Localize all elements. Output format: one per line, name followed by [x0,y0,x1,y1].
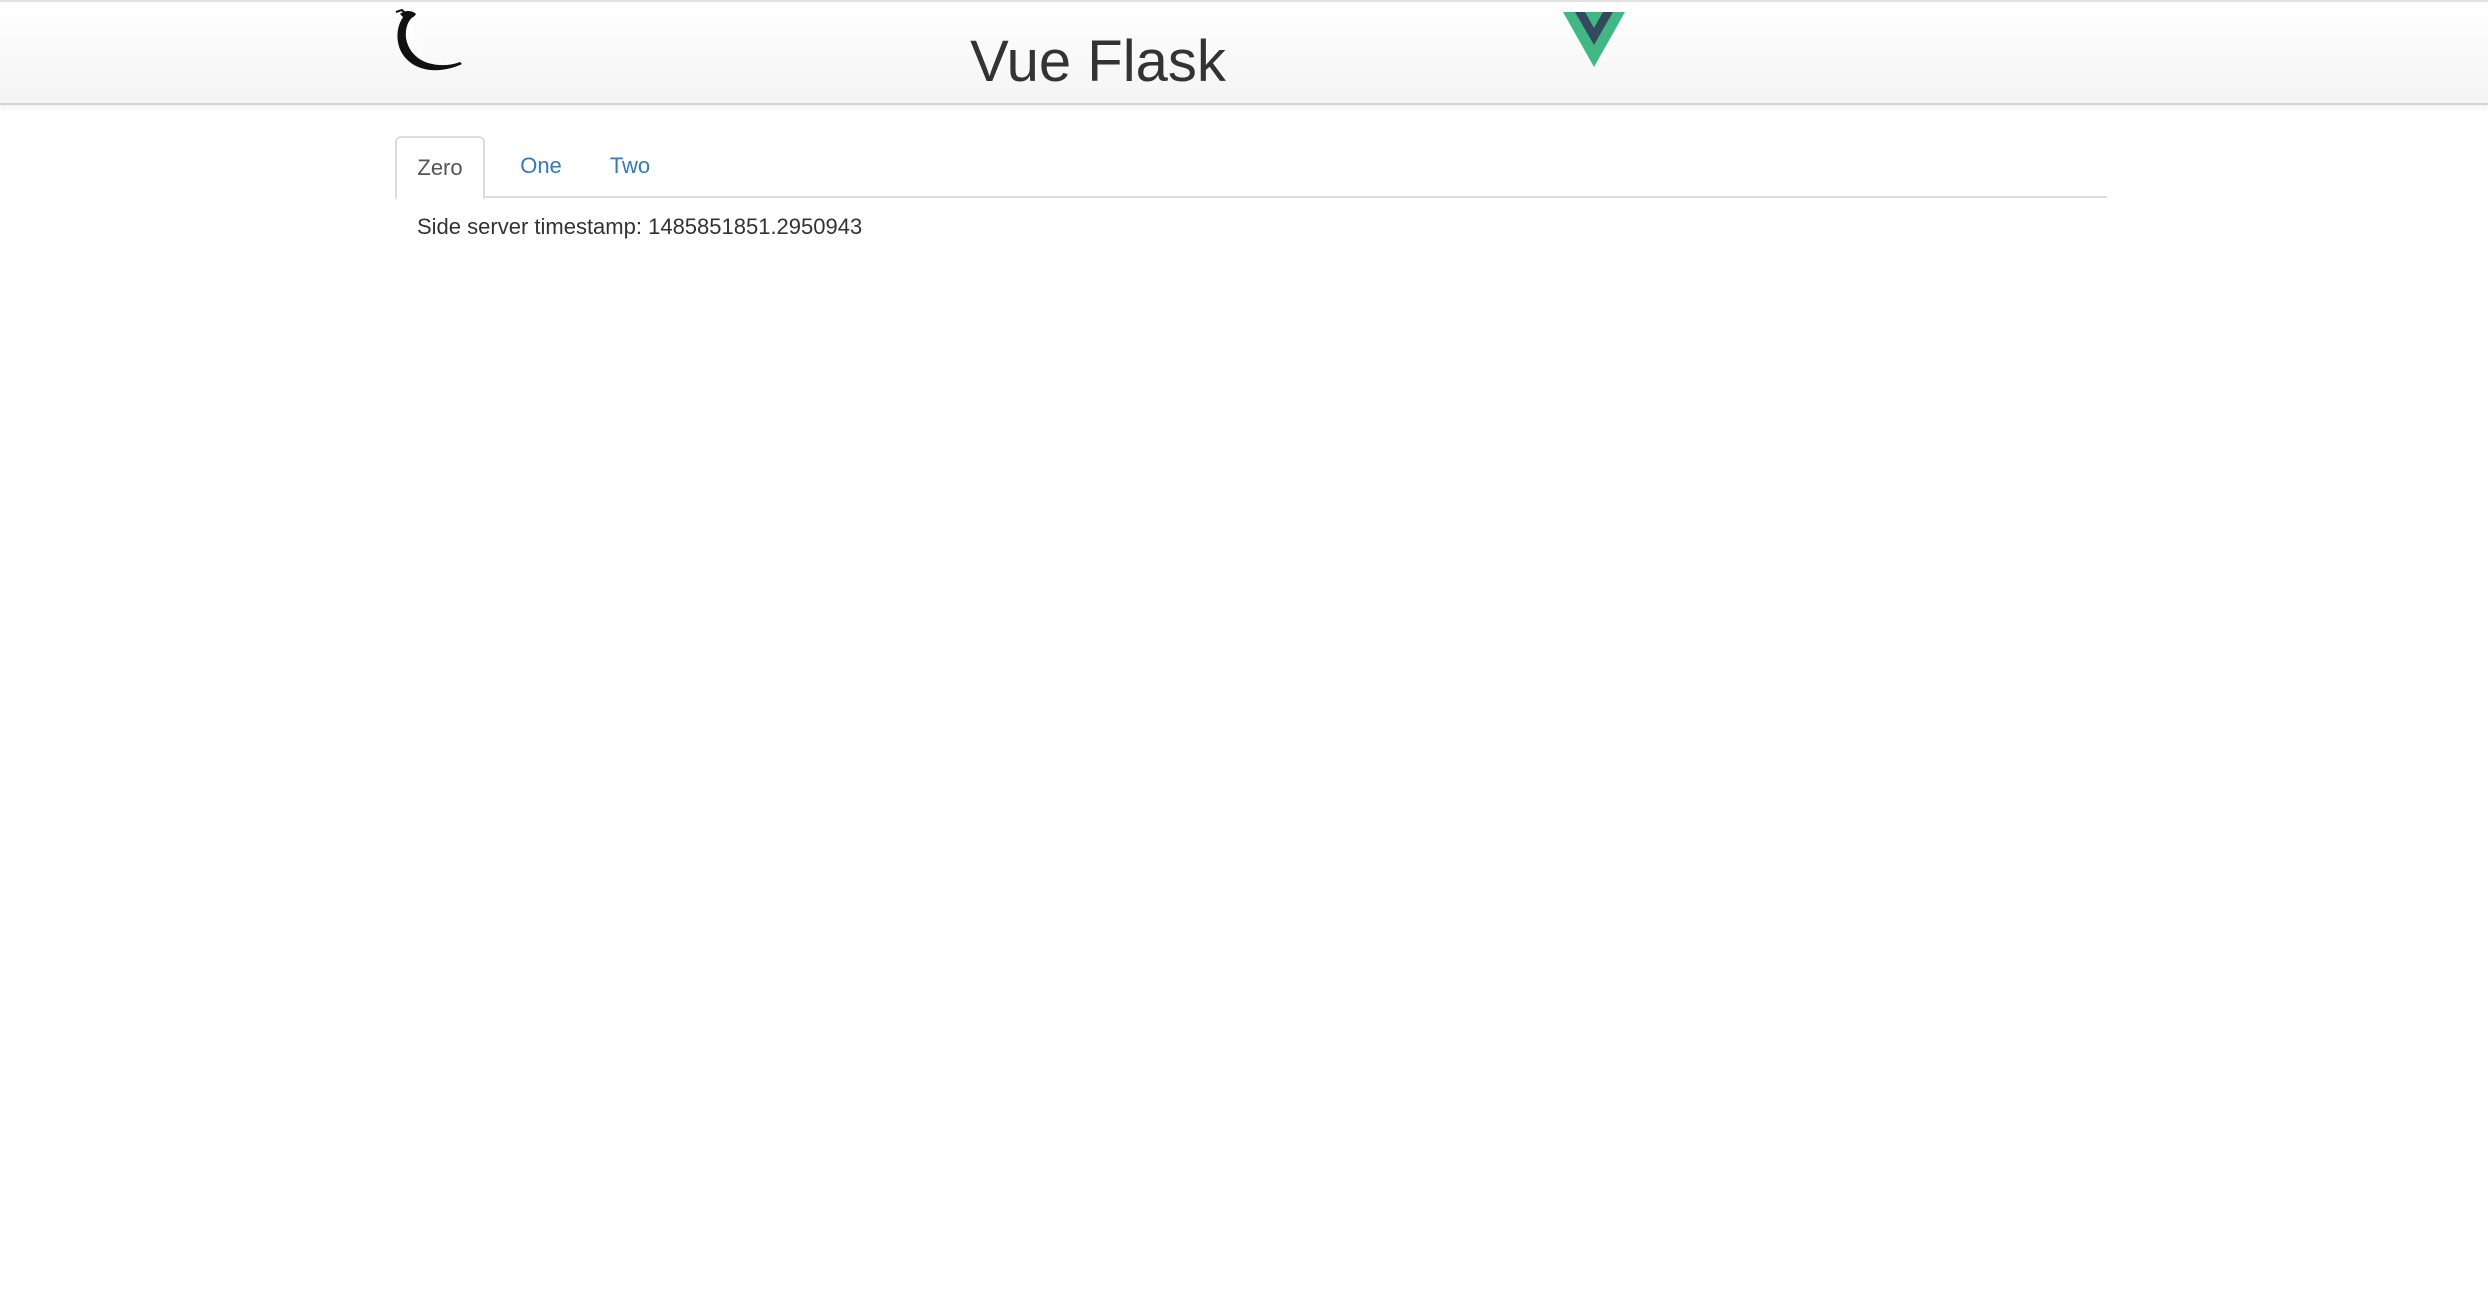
vue-logo-icon [1563,12,1625,67]
timestamp-value: 1485851851.2950943 [648,214,863,239]
tab-content: Side server timestamp: 1485851851.295094… [417,212,862,242]
tab-zero[interactable]: Zero [395,136,485,200]
page-title: Vue Flask [970,29,1226,94]
navbar: Vue Flask [0,0,2488,105]
tab-bar: Zero One Two [395,136,2107,200]
timestamp-label: Side server timestamp: [417,214,642,239]
tab-two[interactable]: Two [597,136,663,198]
tab-one[interactable]: One [507,136,575,198]
